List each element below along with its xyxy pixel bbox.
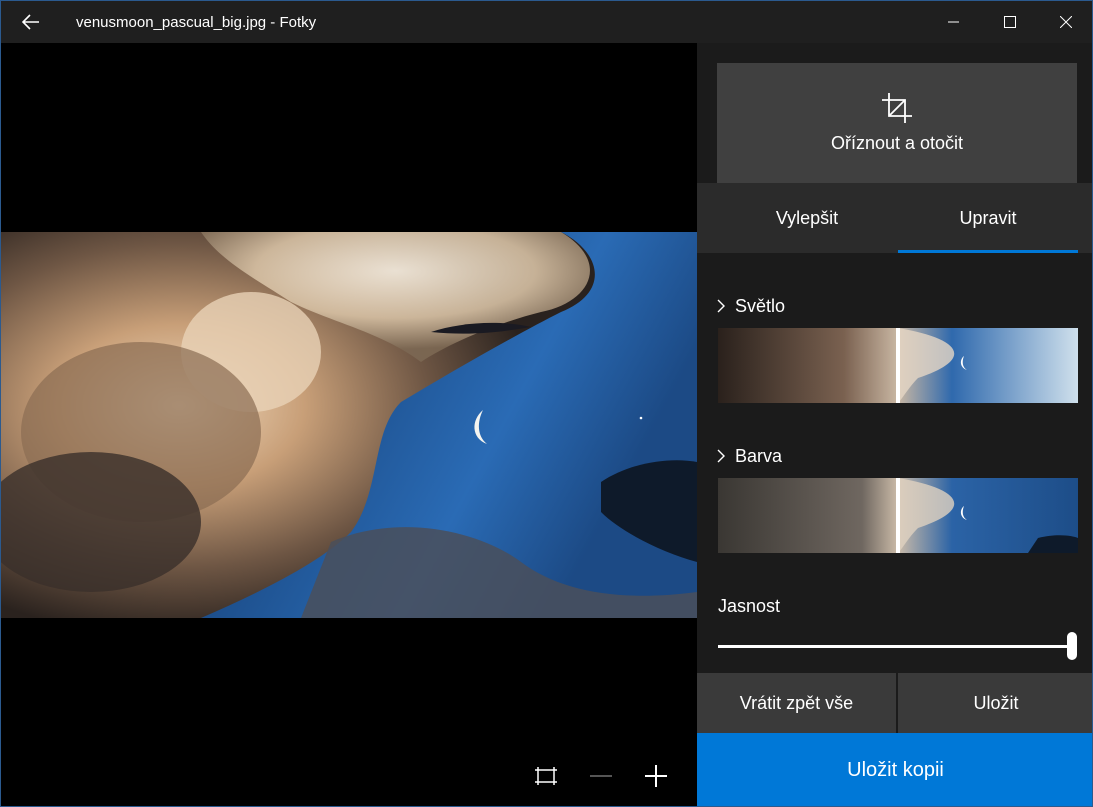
crop-rotate-label: Oříznout a otočit: [830, 132, 964, 153]
title-bar: venusmoon_pascual_big.jpg - Fotky: [1, 1, 1092, 43]
edit-tabs: Vylepšit Upravit: [697, 183, 1092, 253]
minimize-button[interactable]: [926, 1, 982, 43]
light-preview-slider[interactable]: [718, 328, 1078, 403]
tab-enhance[interactable]: Vylepšit: [717, 183, 897, 253]
color-preview-slider[interactable]: [718, 478, 1078, 553]
active-tab-indicator: [898, 250, 1078, 253]
crop-icon: [882, 92, 912, 123]
minimize-icon: [948, 21, 959, 23]
photo[interactable]: [1, 232, 697, 618]
clarity-slider-track[interactable]: [718, 645, 1070, 648]
color-preview-image: [718, 478, 1078, 553]
section-color[interactable]: Barva: [717, 441, 782, 471]
clarity-label: Jasnost: [718, 596, 781, 616]
close-icon: [1060, 16, 1072, 28]
crop-rotate-button[interactable]: Oříznout a otočit: [717, 63, 1077, 183]
tab-adjust[interactable]: Upravit: [898, 183, 1078, 253]
back-button[interactable]: [11, 7, 51, 37]
zoom-out-icon: [590, 775, 612, 777]
zoom-out-button[interactable]: [586, 761, 616, 791]
photo-viewer[interactable]: [1, 43, 697, 806]
chevron-right-icon: [717, 449, 725, 463]
revert-all-button[interactable]: Vrátit zpět vše: [697, 673, 896, 733]
fit-to-window-icon: [535, 767, 557, 785]
edit-panel: Oříznout a otočit Vylepšit Upravit Světl…: [697, 43, 1092, 806]
photos-window: venusmoon_pascual_big.jpg - Fotky Ořízno…: [0, 0, 1093, 807]
arrow-left-icon: [22, 14, 39, 30]
section-light-label: Světlo: [735, 295, 786, 316]
chevron-right-icon: [717, 299, 725, 313]
save-button[interactable]: Uložit: [898, 673, 1092, 733]
save-copy-button[interactable]: Uložit kopii: [697, 733, 1092, 806]
clarity-slider-thumb[interactable]: [1067, 632, 1077, 660]
zoom-in-icon: [645, 765, 667, 787]
section-light[interactable]: Světlo: [717, 291, 785, 321]
fit-to-window-button[interactable]: [531, 761, 561, 791]
maximize-button[interactable]: [982, 1, 1038, 43]
photo-image: [1, 232, 697, 618]
maximize-icon: [1004, 16, 1016, 28]
close-button[interactable]: [1038, 1, 1092, 43]
window-title: venusmoon_pascual_big.jpg - Fotky: [76, 14, 317, 31]
section-color-label: Barva: [735, 445, 783, 466]
light-preview-image: [718, 328, 1078, 403]
zoom-in-button[interactable]: [641, 761, 671, 791]
